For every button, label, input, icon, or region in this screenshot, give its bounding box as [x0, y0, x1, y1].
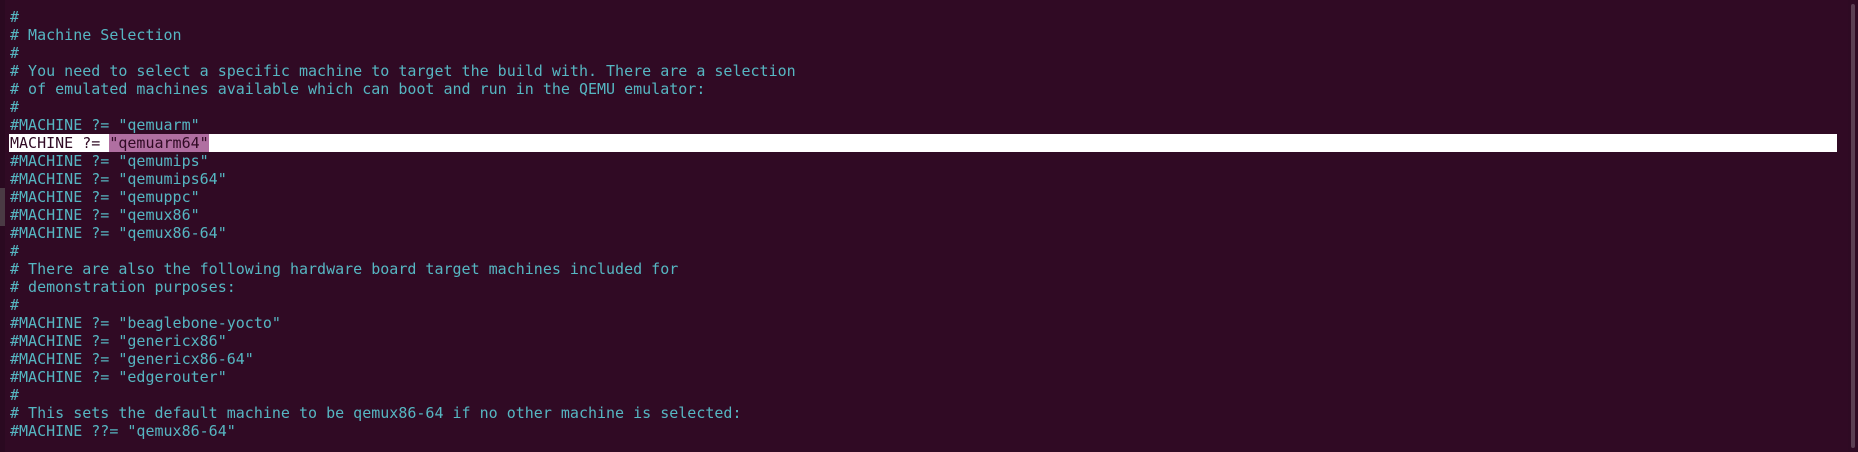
left-scroll-indicator — [0, 188, 5, 226]
editor-line: #MACHINE ?= "edgerouter" — [10, 368, 227, 386]
editor-line: # — [10, 98, 20, 116]
editor-line: #MACHINE ?= "qemuppc" — [10, 188, 200, 206]
editor-line: # of emulated machines available which c… — [10, 80, 706, 98]
terminal-window[interactable]: # # Machine Selection # # You need to se… — [0, 0, 1858, 452]
editor-line: #MACHINE ?= "qemux86" — [10, 206, 200, 224]
editor-line: #MACHINE ?= "qemuarm" — [10, 116, 200, 134]
editor-line: # — [10, 386, 20, 404]
editor-line: #MACHINE ??= "qemux86-64" — [10, 422, 236, 440]
editor-line: # — [10, 242, 20, 260]
editor-line: # You need to select a specific machine … — [10, 62, 796, 80]
scrollbar-thumb[interactable] — [1851, 4, 1855, 448]
current-line-prefix: MACHINE ?= — [10, 134, 110, 152]
editor-text-area[interactable]: # # Machine Selection # # You need to se… — [9, 8, 1838, 440]
left-gutter — [0, 0, 5, 452]
editor-line: # Machine Selection — [10, 26, 182, 44]
editor-line: # — [10, 44, 20, 62]
editor-line: # There are also the following hardware … — [10, 260, 679, 278]
editor-line: #MACHINE ?= "genericx86" — [10, 332, 227, 350]
editor-line: #MACHINE ?= "genericx86-64" — [10, 350, 254, 368]
editor-line: #MACHINE ?= "beaglebone-yocto" — [10, 314, 281, 332]
selected-text[interactable]: "qemuarm64" — [109, 134, 209, 152]
current-line[interactable]: MACHINE ?= "qemuarm64" — [9, 134, 1837, 152]
editor-line: # demonstration purposes: — [10, 278, 236, 296]
editor-line: # — [10, 296, 20, 314]
vertical-scrollbar[interactable] — [1848, 0, 1858, 452]
editor-line: #MACHINE ?= "qemumips" — [10, 152, 209, 170]
editor-line: # — [10, 8, 20, 26]
editor-line: # This sets the default machine to be qe… — [10, 404, 742, 422]
editor-line: #MACHINE ?= "qemumips64" — [10, 170, 227, 188]
editor-line: #MACHINE ?= "qemux86-64" — [10, 224, 227, 242]
